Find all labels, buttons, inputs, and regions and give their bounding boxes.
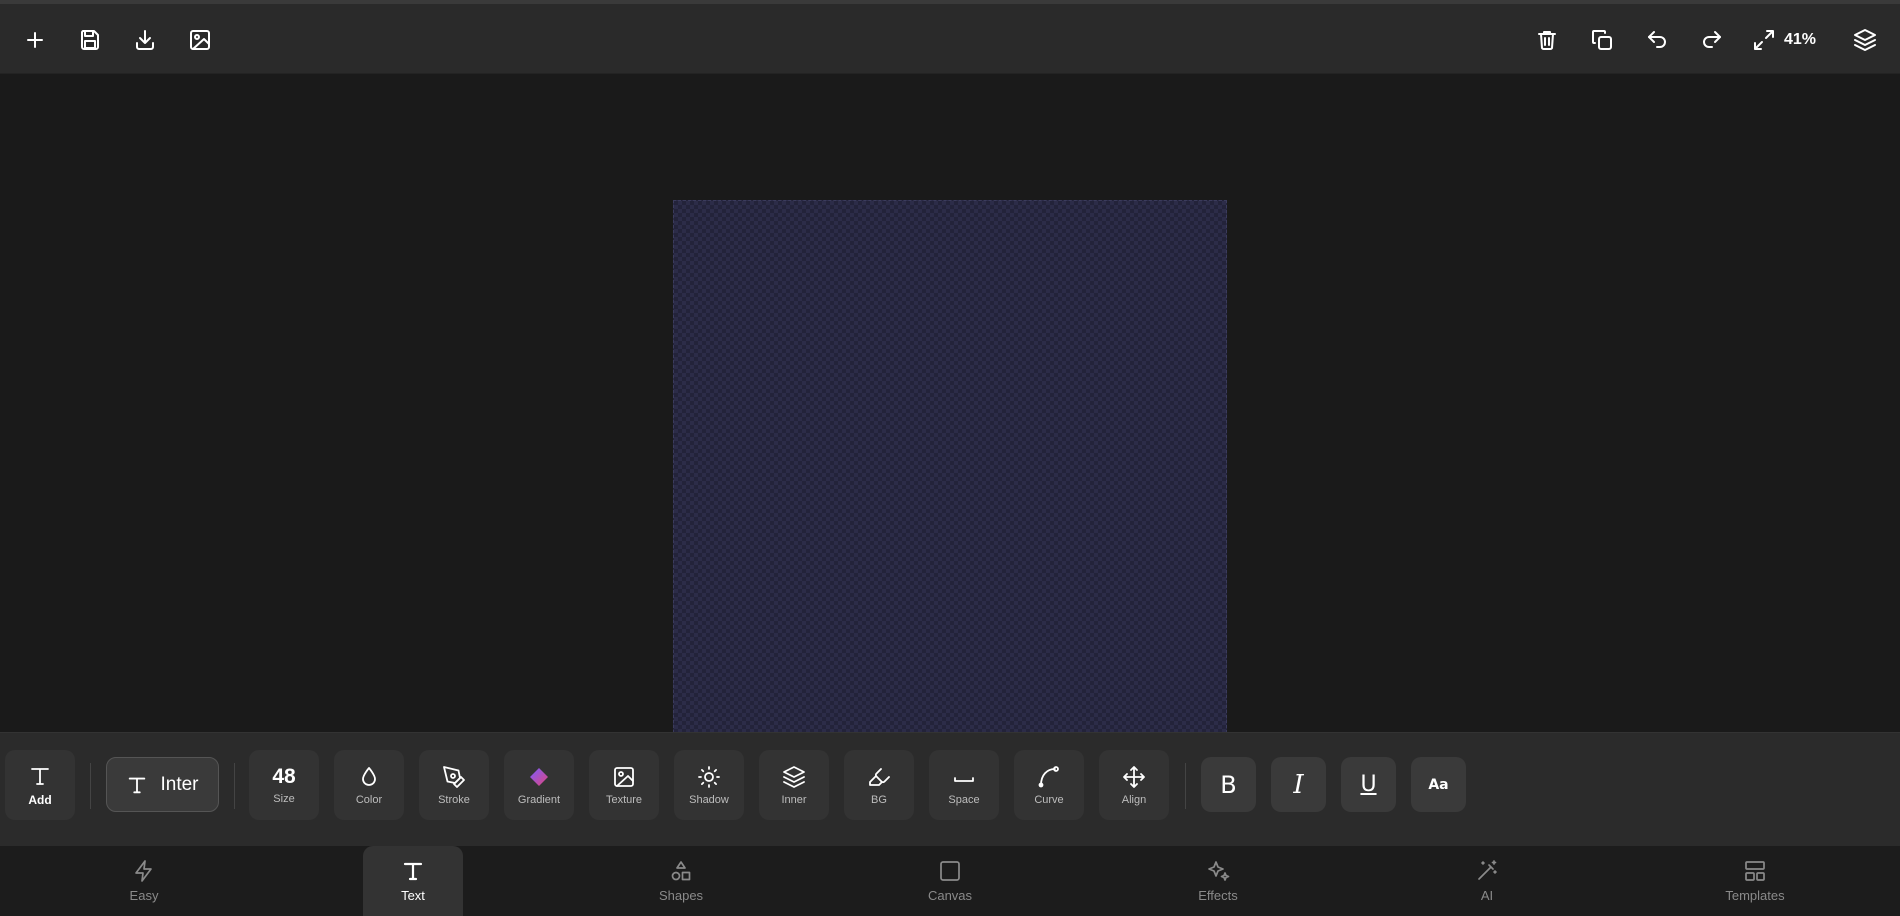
bottom-navigation: Easy Text Shapes Canvas Effects AI Templ… xyxy=(0,846,1900,916)
nav-shapes[interactable]: Shapes xyxy=(631,846,731,916)
workspace xyxy=(0,74,1900,753)
italic-button[interactable]: I xyxy=(1271,757,1326,812)
sun-icon xyxy=(698,765,720,788)
nav-easy-label: Easy xyxy=(129,888,159,903)
top-toolbar: 41% xyxy=(0,4,1900,74)
text-case-glyph: Aa xyxy=(1428,776,1449,793)
texture-button[interactable]: Texture xyxy=(589,750,659,820)
text-toolbar: Add Inter 48 Size Color Stroke Gradient … xyxy=(0,732,1900,846)
font-family-selector[interactable]: Inter xyxy=(106,757,219,812)
nav-text[interactable]: Text xyxy=(363,846,463,916)
nav-canvas[interactable]: Canvas xyxy=(900,846,1000,916)
curve-button[interactable]: Curve xyxy=(1014,750,1084,820)
zoom-fit-button[interactable]: 41% xyxy=(1752,20,1816,60)
nav-templates-label: Templates xyxy=(1725,888,1785,903)
nav-ai[interactable]: AI xyxy=(1437,846,1537,916)
undo-button[interactable] xyxy=(1637,20,1677,60)
nav-canvas-label: Canvas xyxy=(927,888,973,903)
bg-button[interactable]: BG xyxy=(844,750,914,820)
gradient-label: Gradient xyxy=(517,793,561,806)
text-case-button[interactable]: Aa xyxy=(1411,757,1466,812)
redo-icon xyxy=(1703,31,1721,48)
space-label: Space xyxy=(948,793,980,806)
underline-button[interactable]: U xyxy=(1341,757,1396,812)
inner-label: Inner xyxy=(781,793,807,806)
highlighter-icon xyxy=(869,767,890,786)
font-name: Inter xyxy=(160,773,199,795)
duplicate-button[interactable] xyxy=(1582,20,1622,60)
add-text-label: Add xyxy=(28,792,52,807)
stroke-button[interactable]: Stroke xyxy=(419,750,489,820)
space-button[interactable]: Space xyxy=(929,750,999,820)
insert-image-button[interactable] xyxy=(180,20,220,60)
layers-icon xyxy=(1854,29,1876,51)
bg-label: BG xyxy=(871,793,887,806)
droplet-icon xyxy=(362,766,376,786)
font-size-value: 48 xyxy=(272,764,296,788)
redo-button[interactable] xyxy=(1692,20,1732,60)
nav-text-label: Text xyxy=(401,888,425,903)
gradient-diamond-icon xyxy=(530,767,548,786)
underline-glyph: U xyxy=(1360,772,1377,797)
delete-button[interactable] xyxy=(1527,20,1567,60)
templates-icon xyxy=(1745,861,1765,881)
duplicate-icon xyxy=(1592,30,1612,50)
color-label: Color xyxy=(355,793,383,806)
gradient-button[interactable]: Gradient xyxy=(504,750,574,820)
image-icon xyxy=(614,766,634,787)
add-button[interactable] xyxy=(15,20,55,60)
stroke-label: Stroke xyxy=(438,793,470,806)
plus-icon xyxy=(27,32,43,48)
align-label: Align xyxy=(1121,793,1147,806)
space-icon xyxy=(954,776,974,782)
texture-label: Texture xyxy=(605,793,643,806)
shadow-label: Shadow xyxy=(689,793,729,806)
layers-icon xyxy=(783,765,805,788)
size-button[interactable]: 48 Size xyxy=(249,750,319,820)
bold-glyph: B xyxy=(1220,770,1237,799)
color-button[interactable]: Color xyxy=(334,750,404,820)
square-icon xyxy=(940,861,960,881)
text-icon xyxy=(129,777,146,793)
nav-ai-label: AI xyxy=(1480,888,1494,903)
image-icon xyxy=(190,30,210,50)
text-icon xyxy=(31,767,49,785)
bold-button[interactable]: B xyxy=(1201,757,1256,812)
zoom-level: 41% xyxy=(1784,31,1817,48)
align-button[interactable]: Align xyxy=(1099,750,1169,820)
move-icon xyxy=(1123,765,1145,788)
download-button[interactable] xyxy=(125,20,165,60)
nav-effects-label: Effects xyxy=(1198,888,1238,903)
shadow-button[interactable]: Shadow xyxy=(674,750,744,820)
toolbar-divider xyxy=(90,763,91,809)
lightning-icon xyxy=(135,860,152,882)
save-icon xyxy=(80,30,99,50)
curve-label: Curve xyxy=(1034,793,1064,806)
inner-button[interactable]: Inner xyxy=(759,750,829,820)
download-icon xyxy=(136,30,154,50)
design-canvas[interactable] xyxy=(673,200,1227,753)
nav-easy[interactable]: Easy xyxy=(94,846,194,916)
trash-icon xyxy=(1538,31,1556,51)
size-label: Size xyxy=(273,792,295,805)
sparkles-icon xyxy=(1208,861,1230,881)
expand-icon xyxy=(1754,30,1774,50)
nav-effects[interactable]: Effects xyxy=(1168,846,1268,916)
save-button[interactable] xyxy=(70,20,110,60)
text-icon xyxy=(403,862,423,881)
add-text-button[interactable]: Add xyxy=(5,750,75,820)
toolbar-divider xyxy=(1185,763,1186,809)
shapes-icon xyxy=(671,861,691,881)
nav-shapes-label: Shapes xyxy=(658,888,704,903)
curve-icon xyxy=(1038,765,1059,787)
undo-icon xyxy=(1648,31,1666,48)
nav-templates[interactable]: Templates xyxy=(1705,846,1805,916)
layers-button[interactable] xyxy=(1845,20,1885,60)
italic-glyph: I xyxy=(1293,769,1304,800)
pen-tool-icon xyxy=(443,765,465,788)
toolbar-divider xyxy=(234,763,235,809)
magic-wand-icon xyxy=(1478,860,1497,880)
